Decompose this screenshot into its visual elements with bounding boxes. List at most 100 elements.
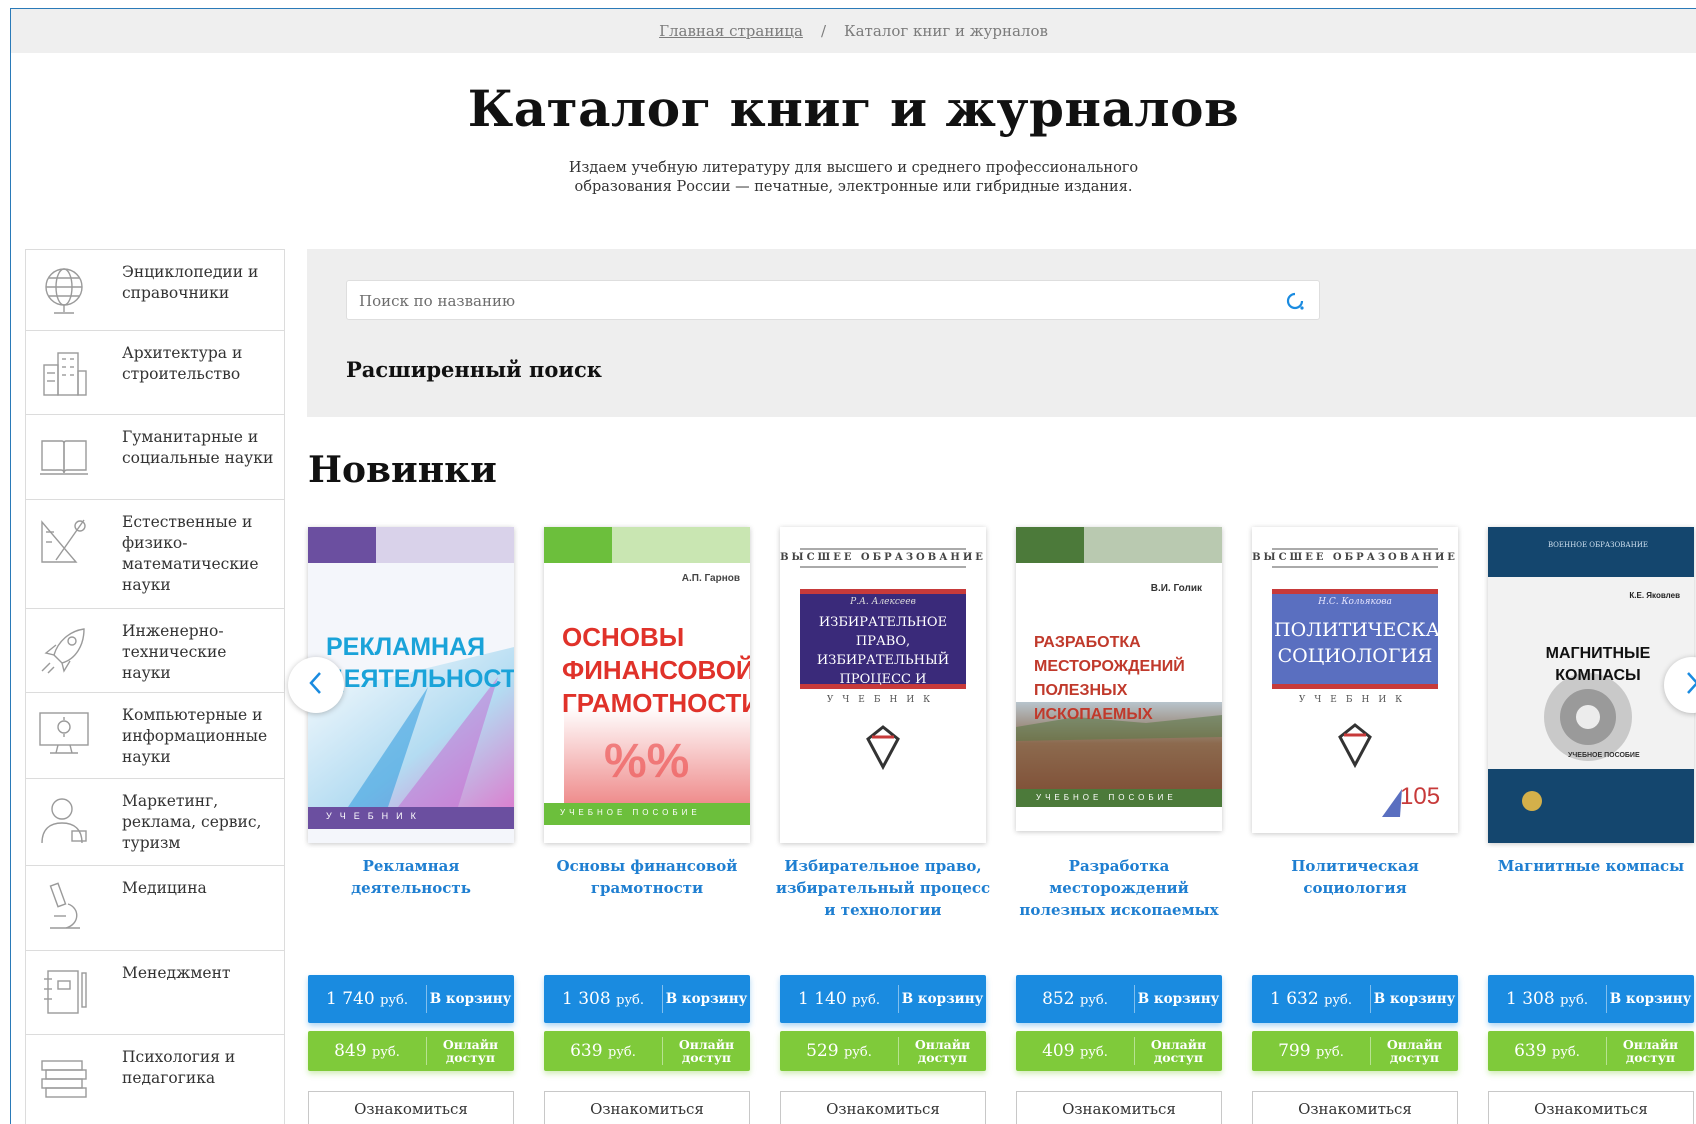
book-cover[interactable]: В.И. Голик РАЗРАБОТКА МЕСТОРОЖДЕНИЙ ПОЛЕ… (1016, 527, 1222, 831)
globe-icon (36, 262, 92, 318)
add-to-cart-label: В корзину (1609, 991, 1692, 1007)
category-label: Гуманитарные и социальные науки (122, 428, 274, 467)
category-psychology[interactable]: Психология и педагогика (26, 1035, 284, 1124)
online-access-button[interactable]: 639 руб. Онлайн доступ (1488, 1031, 1694, 1071)
book-title-link[interactable]: Рекламная деятельность (302, 855, 520, 899)
online-access-label: Онлайн доступ (914, 1037, 971, 1065)
cover-header: ВОЕННОЕ ОБРАЗОВАНИЕ (1548, 541, 1649, 549)
person-icon (36, 791, 92, 847)
online-access-button[interactable]: 639 руб. Онлайн доступ (544, 1031, 750, 1071)
price: 1 308 руб. (1505, 989, 1588, 1009)
microscope-icon (36, 878, 92, 934)
online-access-button[interactable]: 409 руб. Онлайн доступ (1016, 1031, 1222, 1071)
add-to-cart-button[interactable]: 1 308 руб. В корзину (1488, 975, 1694, 1023)
cover-header: ВЫСШЕЕ ОБРАЗОВАНИЕ (780, 552, 986, 563)
category-computer-science[interactable]: Компьютерные и информационные науки (26, 693, 284, 779)
category-label: Компьютерные и информационные науки (122, 706, 268, 766)
cover-text: ПОЛИТИЧЕСКАЯ СОЦИОЛОГИЯ (1274, 619, 1456, 667)
add-to-cart-button[interactable]: 1 140 руб. В корзину (780, 975, 986, 1023)
book-title-link[interactable]: Разработка месторождений полезных ископа… (1010, 855, 1228, 921)
online-access-button[interactable]: 529 руб. Онлайн доступ (780, 1031, 986, 1071)
category-label: Психология и педагогика (122, 1048, 236, 1087)
category-sidebar: Энциклопедии и справочники Архитектура и… (25, 249, 285, 1124)
breadcrumb-separator: / (820, 22, 826, 40)
online-access-label: Онлайн доступ (1622, 1037, 1679, 1065)
advanced-search-link[interactable]: Расширенный поиск (346, 357, 602, 382)
category-natural-sciences[interactable]: Естественные и физико-математические нау… (26, 500, 284, 609)
new-books-carousel: РЕКЛАМНАЯ ДЕЯТЕЛЬНОСТЬ УЧЕБНИК Рекламная… (288, 527, 1696, 1124)
svg-text:%%: %% (604, 735, 689, 788)
cover-footer: УЧЕБНОЕ ПОСОБИЕ (1568, 752, 1640, 759)
add-to-cart-button[interactable]: 1 632 руб. В корзину (1252, 975, 1458, 1023)
book-cover[interactable]: ВЫСШЕЕ ОБРАЗОВАНИЕ Н.С. Кольякова ПОЛИТИ… (1252, 527, 1458, 833)
book-title-link[interactable]: Основы финансовой грамотности (538, 855, 756, 899)
monitor-icon (36, 705, 92, 761)
price: 1 308 руб. (561, 989, 644, 1009)
category-humanities[interactable]: Гуманитарные и социальные науки (26, 415, 284, 500)
new-books-heading: Новинки (308, 449, 497, 491)
book-title-link[interactable]: Политическая социология (1246, 855, 1464, 899)
page-subtitle: Издаем учебную литературу для высшего и … (11, 159, 1696, 197)
cover-header: ВЫСШЕЕ ОБРАЗОВАНИЕ (1252, 552, 1458, 563)
online-price: 799 руб. (1278, 1041, 1344, 1061)
add-to-cart-button[interactable]: 1 308 руб. В корзину (544, 975, 750, 1023)
add-to-cart-button[interactable]: 1 740 руб. В корзину (308, 975, 514, 1023)
category-label: Медицина (122, 879, 207, 897)
online-access-label: Онлайн доступ (1386, 1037, 1443, 1065)
book-cover[interactable]: ВЫСШЕЕ ОБРАЗОВАНИЕ Р.А. Алексеев ИЗБИРАТ… (780, 527, 986, 843)
rocket-icon (36, 621, 92, 677)
cover-footer: УЧЕБНИК (1298, 695, 1412, 705)
search-input[interactable] (357, 281, 1261, 321)
add-to-cart-button[interactable]: 852 руб. В корзину (1016, 975, 1222, 1023)
online-access-label: Онлайн доступ (678, 1037, 735, 1065)
chevron-left-icon (306, 669, 326, 701)
category-label: Инженерно-технические науки (122, 622, 227, 682)
category-marketing[interactable]: Маркетинг, реклама, сервис, туризм (26, 779, 284, 866)
online-access-button[interactable]: 849 руб. Онлайн доступ (308, 1031, 514, 1071)
book-card: В.И. Голик РАЗРАБОТКА МЕСТОРОЖДЕНИЙ ПОЛЕ… (1016, 527, 1222, 1124)
category-management[interactable]: Менеджмент (26, 951, 284, 1035)
preview-button[interactable]: Ознакомиться (780, 1091, 986, 1124)
search-panel: Расширенный поиск (307, 249, 1696, 417)
preview-button[interactable]: Ознакомиться (308, 1091, 514, 1124)
add-to-cart-label: В корзину (429, 991, 512, 1007)
buildings-icon (36, 343, 92, 399)
books-stack-icon (36, 1047, 92, 1103)
book-title-link[interactable]: Избирательное право, избирательный проце… (774, 855, 992, 921)
carousel-prev-button[interactable] (288, 657, 344, 713)
add-to-cart-label: В корзину (665, 991, 748, 1007)
breadcrumb: Главная страница / Каталог книг и журнал… (11, 9, 1696, 53)
cover-footer: УЧЕБНОЕ ПОСОБИЕ (560, 808, 701, 817)
book-card: ВЫСШЕЕ ОБРАЗОВАНИЕ Н.С. Кольякова ПОЛИТИ… (1252, 527, 1458, 1124)
notebook-icon (36, 963, 92, 1019)
online-price: 849 руб. (334, 1041, 400, 1061)
add-to-cart-label: В корзину (1373, 991, 1456, 1007)
online-access-button[interactable]: 799 руб. Онлайн доступ (1252, 1031, 1458, 1071)
preview-button[interactable]: Ознакомиться (1252, 1091, 1458, 1124)
book-title-link[interactable]: Магнитные компасы (1482, 855, 1696, 877)
cover-badge: 105 (1400, 783, 1441, 810)
price: 852 руб. (1042, 989, 1108, 1009)
cover-text: ОСНОВЫ ФИНАНСОВОЙ ГРАМОТНОСТИ (562, 622, 750, 718)
category-architecture[interactable]: Архитектура и строительство (26, 331, 284, 415)
geometry-icon (36, 512, 92, 568)
preview-button[interactable]: Ознакомиться (1016, 1091, 1222, 1124)
add-to-cart-label: В корзину (1137, 991, 1220, 1007)
subtitle-line-1: Издаем учебную литературу для высшего и … (568, 160, 1139, 176)
online-price: 639 руб. (570, 1041, 636, 1061)
cover-footer: УЧЕБНИК (326, 811, 424, 821)
breadcrumb-home-link[interactable]: Главная страница (659, 22, 803, 40)
search-icon[interactable] (1283, 289, 1307, 313)
book-cover[interactable]: %% А.П. Гарнов ОСНОВЫ ФИНАНСОВОЙ ГРАМОТН… (544, 527, 750, 843)
preview-button[interactable]: Ознакомиться (544, 1091, 750, 1124)
online-price: 639 руб. (1514, 1041, 1580, 1061)
category-label: Энциклопедии и справочники (122, 263, 259, 302)
price: 1 740 руб. (325, 989, 408, 1009)
category-engineering[interactable]: Инженерно-технические науки (26, 609, 284, 693)
cover-text: РАЗРАБОТКА МЕСТОРОЖДЕНИЙ ПОЛЕЗНЫХ ИСКОПА… (1034, 634, 1185, 723)
add-to-cart-label: В корзину (901, 991, 984, 1007)
category-label: Менеджмент (122, 964, 231, 982)
category-medicine[interactable]: Медицина (26, 866, 284, 951)
category-encyclopedias[interactable]: Энциклопедии и справочники (26, 250, 284, 331)
preview-button[interactable]: Ознакомиться (1488, 1091, 1694, 1124)
